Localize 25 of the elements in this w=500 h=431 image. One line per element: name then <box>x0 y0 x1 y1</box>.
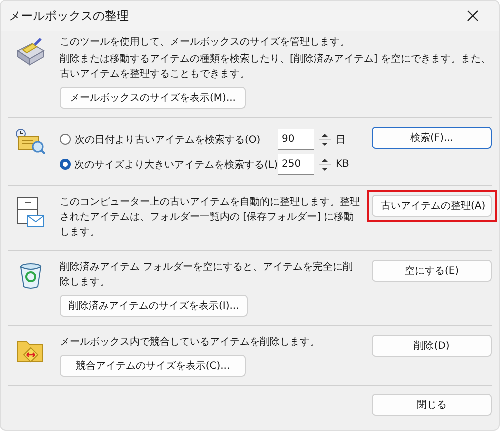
show-size-button[interactable]: メールボックスのサイズを表示(M)... <box>60 87 246 109</box>
description-text: このツールを使用して、メールボックスのサイズを管理します。 <box>60 36 351 50</box>
unit-label: KB <box>336 159 350 170</box>
number-field[interactable]: 90 <box>278 129 314 150</box>
action-button[interactable]: 空にする(E) <box>372 260 492 282</box>
unit-label: 日 <box>336 134 346 146</box>
description-text: メールボックス内で競合しているアイテムを削除します。 <box>60 336 321 350</box>
close-icon[interactable] <box>467 10 479 22</box>
cabinet-envelope-icon <box>16 197 46 229</box>
recycle-bin-icon <box>19 262 43 290</box>
action-button[interactable]: 古いアイテムの整理(A) <box>372 195 492 217</box>
envelope-magnifier-icon <box>15 129 47 155</box>
description-text: このコンピューター上の古いアイテムを自動的に整理します。整理されたアイテムは、フォルダー一覧内の [保存フォルダー] に移動します。 <box>60 196 360 240</box>
window-title: メールボックスの整理 <box>9 8 129 24</box>
show-size-button[interactable]: 競合アイテムのサイズを表示(C)... <box>60 355 246 377</box>
radio-option[interactable]: 次の日付より古いアイテムを検索する(O) <box>60 132 278 146</box>
close-button[interactable]: 閉じる <box>372 394 492 416</box>
action-button[interactable]: 削除(D) <box>372 335 492 357</box>
description-text: 削除済みアイテム フォルダーを空にすると、アイテムを完全に削除します。 <box>60 260 354 290</box>
show-size-button[interactable]: 削除済みアイテムのサイズを表示(I)... <box>60 295 248 317</box>
description-text: 削除または移動するアイテムの種類を検索したり、[削除済みアイテム] を空にできます。また、古いアイテムを整理することもできます。 <box>60 52 492 82</box>
radio-option[interactable]: 次のサイズより大きいアイテムを検索する(L) <box>60 158 278 172</box>
number-field[interactable]: 250 <box>278 154 314 175</box>
action-button[interactable]: 検索(F)... <box>372 127 492 149</box>
broom-box-icon <box>15 37 47 67</box>
